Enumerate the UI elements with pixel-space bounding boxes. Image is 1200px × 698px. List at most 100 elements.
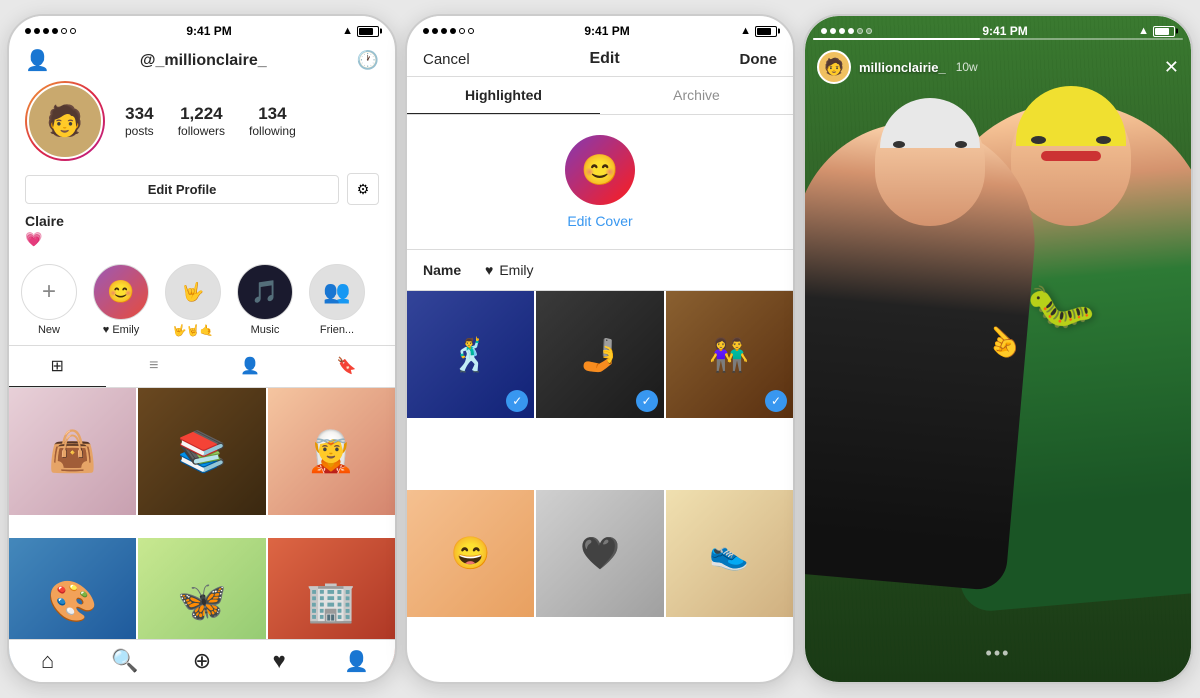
highlight-emily[interactable]: 😊 ♥ Emily [93, 264, 149, 337]
dot1 [25, 28, 31, 34]
music-label: Music [251, 324, 280, 336]
nav-profile[interactable]: 👤 [318, 648, 395, 674]
wifi-icon: ▲ [342, 25, 353, 37]
edit-photo-grid: 🕺 ✓ 🤳 ✓ 👫 ✓ 😄 🖤 👟 [407, 291, 793, 684]
tab-grid[interactable]: ⊞ [9, 346, 106, 387]
following-label: following [249, 124, 296, 138]
status-icons: ▲ [342, 25, 379, 37]
grid-tabs: ⊞ ≡ 👤 🔖 [9, 346, 395, 388]
status-bar-2: 9:41 PM ▲ [407, 16, 793, 42]
close-icon[interactable]: ✕ [1164, 57, 1179, 78]
dot5 [61, 28, 67, 34]
edit-photo-5[interactable]: 🖤 [536, 490, 663, 617]
highlight-music[interactable]: 🎵 Music [237, 264, 293, 337]
name-label: Name [423, 262, 473, 278]
bottom-nav: ⌂ 🔍 ⊕ ♥ 👤 [9, 639, 395, 684]
story-time-ago: 10w [956, 60, 978, 74]
emily-circle: 😊 [93, 264, 149, 320]
story-background: 🐛 ☝ [805, 16, 1191, 682]
edit-photo-3[interactable]: 👫 ✓ [666, 291, 793, 418]
edit-cover-button[interactable]: Edit Cover [567, 213, 632, 229]
dot2 [34, 28, 40, 34]
followers-count: 1,224 [178, 104, 225, 124]
edit-tabs: Highlighted Archive [407, 77, 793, 115]
cancel-button[interactable]: Cancel [423, 51, 470, 68]
profile-header: 👤 @_millionclaire_ 🕐 [9, 42, 395, 81]
cover-emoji: 😊 [581, 153, 618, 188]
stat-following[interactable]: 134 following [249, 104, 296, 138]
story-battery [1153, 26, 1175, 37]
name-section: Name ♥ Emily [407, 250, 793, 291]
stat-followers[interactable]: 1,224 followers [178, 104, 225, 138]
nav-search[interactable]: 🔍 [86, 648, 163, 674]
edit-photo-1[interactable]: 🕺 ✓ [407, 291, 534, 418]
photo-2[interactable]: 📚 [138, 388, 265, 515]
dot3 [43, 28, 49, 34]
cover-section: 😊 Edit Cover [407, 115, 793, 250]
wifi-icon-2: ▲ [740, 25, 751, 37]
photo-3[interactable]: 🧝 [268, 388, 395, 515]
emily-label: ♥ Emily [103, 324, 139, 336]
tab-saved[interactable]: 🔖 [299, 346, 396, 387]
name-text: Emily [499, 262, 533, 278]
tab-list[interactable]: ≡ [106, 346, 203, 387]
stats-row: 334 posts 1,224 followers 134 following [125, 104, 296, 138]
story-time: 9:41 PM [982, 24, 1027, 38]
name-value[interactable]: ♥ Emily [485, 262, 534, 278]
history-icon[interactable]: 🕐 [357, 50, 379, 71]
battery-icon-2 [755, 26, 777, 37]
followers-label: followers [178, 124, 225, 138]
tab-highlighted[interactable]: Highlighted [407, 77, 600, 114]
tab-tagged[interactable]: 👤 [202, 346, 299, 387]
display-name: Claire [9, 213, 395, 231]
signal-dots-2 [423, 28, 474, 34]
person-2-head [875, 106, 985, 226]
edit-photo-4[interactable]: 😄 [407, 490, 534, 617]
photo-1[interactable]: 👜 [9, 388, 136, 515]
new-circle: + [21, 264, 77, 320]
highlight-gestures[interactable]: 🤟 🤟🤘🤙 [165, 264, 221, 337]
heart-icon: ♥ [485, 262, 493, 278]
profile-username: @_millionclaire_ [140, 52, 267, 70]
done-button[interactable]: Done [739, 51, 777, 68]
more-options-icon[interactable]: ••• [986, 643, 1011, 664]
edit-profile-button[interactable]: Edit Profile [25, 175, 339, 204]
settings-button[interactable]: ⚙ [347, 173, 379, 205]
edit-header: Cancel Edit Done [407, 42, 793, 77]
status-bar-1: 9:41 PM ▲ [9, 16, 395, 42]
dot6 [70, 28, 76, 34]
story-status-icons: ▲ [1138, 25, 1175, 37]
nav-add[interactable]: ⊕ [163, 648, 240, 674]
story-progress-fill [813, 38, 980, 40]
story-user-info: millionclairie_ [859, 60, 946, 75]
settings-icon: ⚙ [357, 181, 370, 198]
avatar-image: 🧑 [27, 83, 103, 159]
nav-activity[interactable]: ♥ [241, 648, 318, 674]
dot4 [52, 28, 58, 34]
time-display: 9:41 PM [186, 24, 231, 38]
story-signal [821, 28, 872, 34]
new-label: New [38, 324, 60, 336]
highlight-new[interactable]: + New [21, 264, 77, 337]
nav-home[interactable]: ⌂ [9, 648, 86, 674]
time-display-2: 9:41 PM [584, 24, 629, 38]
signal-dots [25, 28, 76, 34]
story-bottom-dots: ••• [986, 643, 1011, 664]
story-avatar[interactable]: 🧑 [817, 50, 851, 84]
edit-title: Edit [589, 50, 619, 68]
edit-photo-6[interactable]: 👟 [666, 490, 793, 617]
status-icons-2: ▲ [740, 25, 777, 37]
cover-avatar[interactable]: 😊 [565, 135, 635, 205]
friends-label: Frien... [320, 324, 354, 336]
story-wifi-icon: ▲ [1138, 25, 1149, 37]
phone-profile: 9:41 PM ▲ 👤 @_millionclaire_ 🕐 🧑 334 pos… [7, 14, 397, 684]
avatar[interactable]: 🧑 [25, 81, 105, 161]
story-progress-bar [813, 38, 1183, 40]
person-add-icon[interactable]: 👤 [25, 48, 50, 73]
tab-archive[interactable]: Archive [600, 77, 793, 114]
edit-photo-2[interactable]: 🤳 ✓ [536, 291, 663, 418]
check-2: ✓ [636, 390, 658, 412]
battery-icon [357, 26, 379, 37]
highlight-friends[interactable]: 👥 Frien... [309, 264, 365, 337]
profile-bio: 💗 [9, 231, 395, 256]
